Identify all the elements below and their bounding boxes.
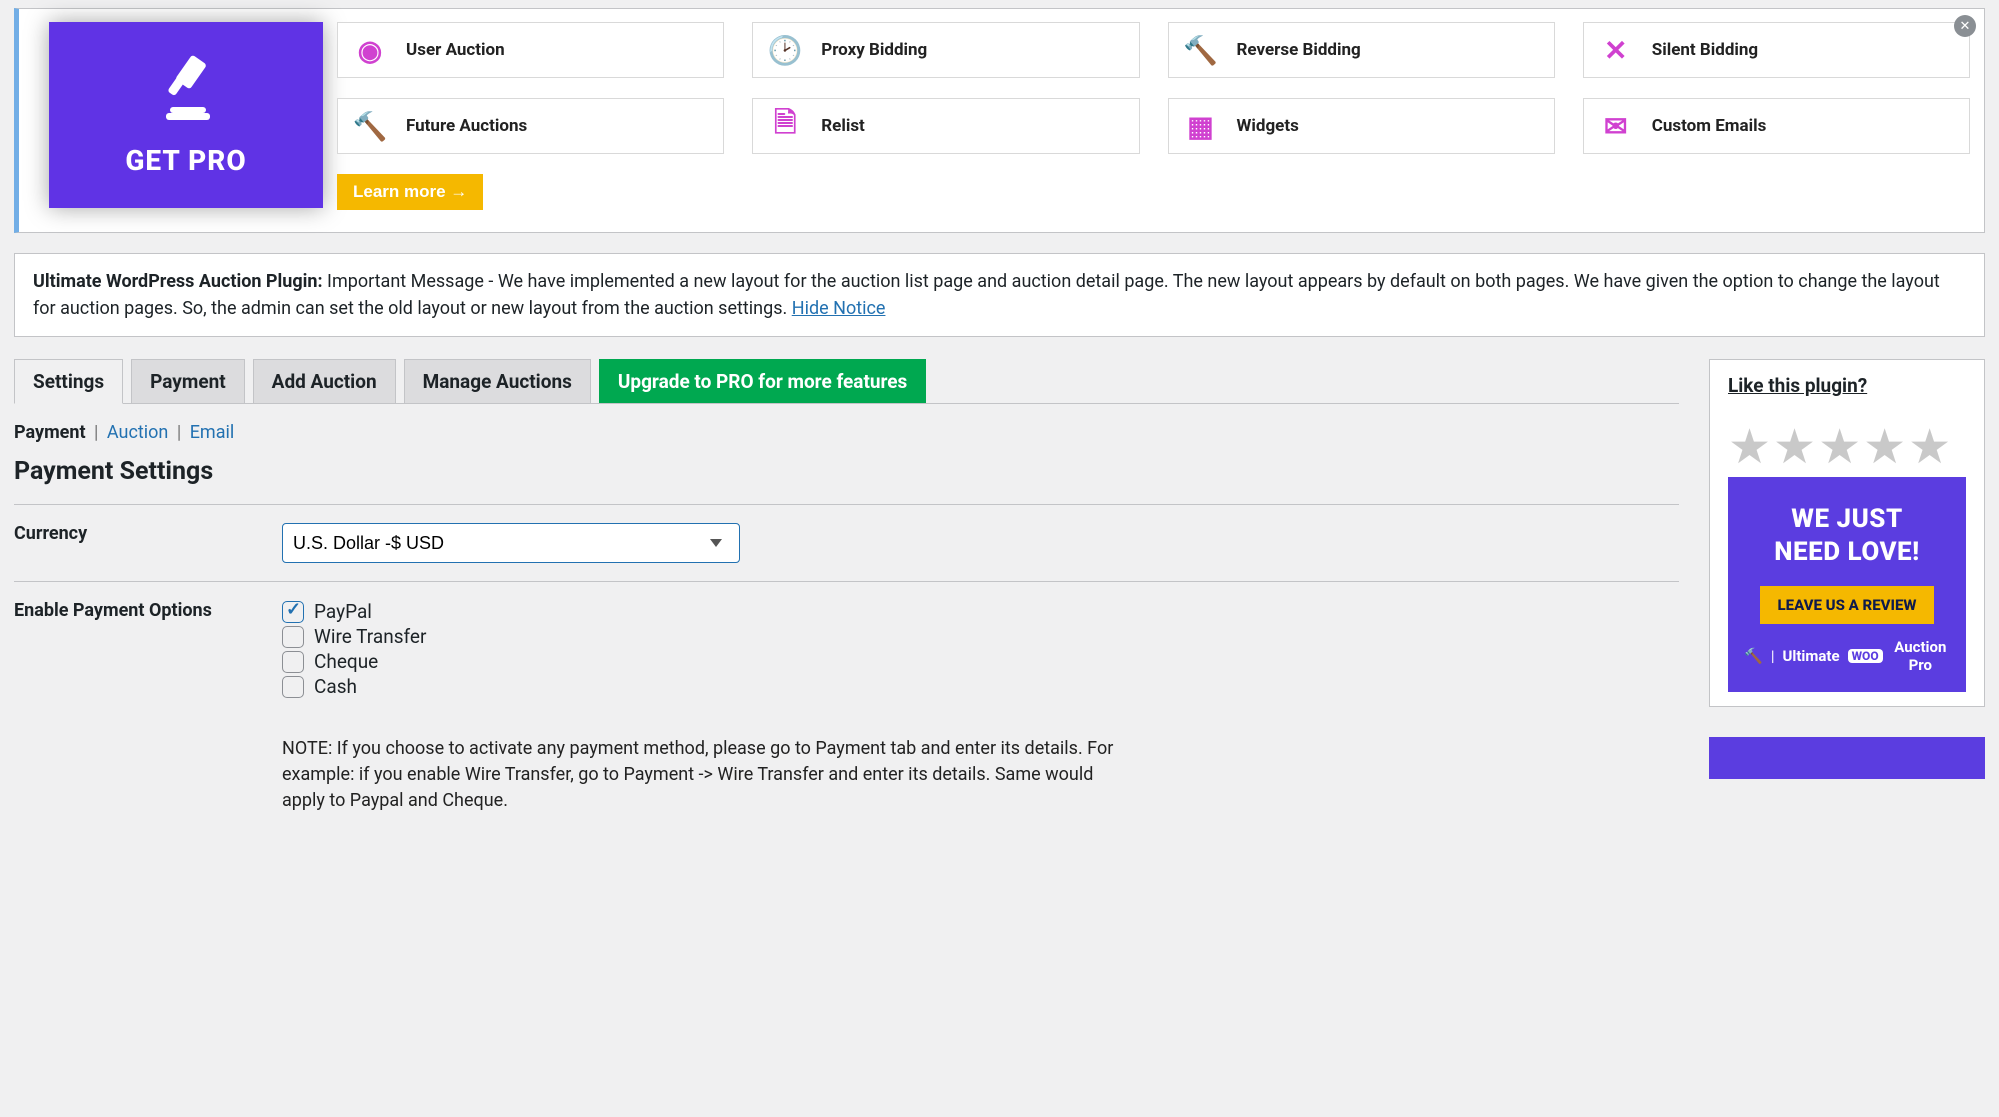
gavel-icon: 🔨 — [1744, 647, 1763, 665]
feature-grid: ◉ User Auction 🕑 Proxy Bidding 🔨 Reverse… — [337, 22, 1970, 154]
option-label: Cheque — [314, 650, 378, 673]
notice-prefix: Ultimate WordPress Auction Plugin: — [33, 271, 323, 292]
rating-stars[interactable]: ★ ★ ★ ★ ★ — [1728, 423, 1966, 471]
feature-label: Widgets — [1237, 116, 1299, 136]
tab-settings[interactable]: Settings — [14, 359, 123, 404]
star-icon[interactable]: ★ — [1863, 423, 1906, 471]
hide-notice-link[interactable]: Hide Notice — [792, 298, 886, 319]
option-cash[interactable]: Cash — [282, 675, 1679, 698]
brand-pre: Ultimate — [1782, 647, 1839, 665]
like-plugin-card: Like this plugin? ★ ★ ★ ★ ★ WE JUST NEED… — [1709, 359, 1985, 707]
option-label: Cash — [314, 675, 357, 698]
currency-select[interactable]: U.S. Dollar -$ USD — [282, 523, 740, 563]
option-label: Wire Transfer — [314, 625, 426, 648]
settings-form: Currency U.S. Dollar -$ USD Enable Payme… — [14, 504, 1679, 832]
star-icon[interactable]: ★ — [1818, 423, 1861, 471]
feature-widgets[interactable]: ▦ Widgets — [1168, 98, 1555, 154]
love-line-2: NEED LOVE! — [1744, 536, 1950, 569]
checkbox-cheque[interactable] — [282, 651, 304, 673]
tab-upgrade-pro[interactable]: Upgrade to PRO for more features — [599, 359, 926, 403]
star-icon[interactable]: ★ — [1908, 423, 1951, 471]
feature-label: Future Auctions — [406, 116, 527, 136]
checkbox-wire[interactable] — [282, 626, 304, 648]
feature-silent-bidding[interactable]: ✕ Silent Bidding — [1583, 22, 1970, 78]
top-tabs: Settings Payment Add Auction Manage Auct… — [14, 359, 1679, 404]
love-block: WE JUST NEED LOVE! LEAVE US A REVIEW 🔨 |… — [1728, 477, 1966, 692]
pro-promo-box: ✕ GET PRO ◉ User Auction — [14, 8, 1985, 233]
love-line-1: WE JUST — [1744, 503, 1950, 536]
option-wire[interactable]: Wire Transfer — [282, 625, 1679, 648]
option-paypal[interactable]: PayPal — [282, 600, 1679, 623]
learn-more-button[interactable]: Learn more → — [337, 174, 483, 210]
feature-label: Reverse Bidding — [1237, 40, 1361, 60]
tab-manage-auctions[interactable]: Manage Auctions — [404, 359, 591, 403]
star-icon[interactable]: ★ — [1773, 423, 1816, 471]
get-pro-hero[interactable]: GET PRO — [49, 22, 323, 208]
currency-label: Currency — [14, 523, 282, 563]
tab-add-auction[interactable]: Add Auction — [253, 359, 396, 403]
feature-label: Custom Emails — [1652, 116, 1767, 136]
user-auction-icon: ◉ — [352, 32, 388, 68]
feature-proxy-bidding[interactable]: 🕑 Proxy Bidding — [752, 22, 1139, 78]
feature-label: User Auction — [406, 40, 505, 60]
option-label: PayPal — [314, 600, 372, 623]
proxy-bidding-icon: 🕑 — [767, 32, 803, 68]
feature-label: Relist — [821, 116, 865, 136]
feature-label: Silent Bidding — [1652, 40, 1758, 60]
brand-woo: WOO — [1848, 649, 1883, 663]
get-pro-label: GET PRO — [125, 144, 246, 177]
feature-label: Proxy Bidding — [821, 40, 927, 60]
star-icon[interactable]: ★ — [1728, 423, 1771, 471]
feature-reverse-bidding[interactable]: 🔨 Reverse Bidding — [1168, 22, 1555, 78]
feature-future-auctions[interactable]: 🔨 Future Auctions — [337, 98, 724, 154]
payment-note: NOTE: If you choose to activate any paym… — [282, 736, 1132, 814]
subnav-payment[interactable]: Payment — [14, 422, 86, 443]
feature-user-auction[interactable]: ◉ User Auction — [337, 22, 724, 78]
brand-post: Auction Pro — [1891, 638, 1950, 674]
relist-icon: 🗎 — [767, 108, 803, 144]
close-icon[interactable]: ✕ — [1954, 15, 1976, 37]
option-cheque[interactable]: Cheque — [282, 650, 1679, 673]
widgets-icon: ▦ — [1183, 108, 1219, 144]
feature-custom-emails[interactable]: ✉ Custom Emails — [1583, 98, 1970, 154]
brand-footer: 🔨 | Ultimate WOO Auction Pro — [1744, 638, 1950, 674]
gavel-icon — [142, 53, 230, 134]
checkbox-cash[interactable] — [282, 676, 304, 698]
tab-payment[interactable]: Payment — [131, 359, 245, 403]
future-auctions-icon: 🔨 — [352, 108, 388, 144]
page-title: Payment Settings — [14, 457, 1679, 486]
subnav-email[interactable]: Email — [190, 422, 235, 443]
like-plugin-title[interactable]: Like this plugin? — [1728, 374, 1966, 397]
layout-notice: Ultimate WordPress Auction Plugin: Impor… — [14, 253, 1985, 337]
silent-bidding-icon: ✕ — [1598, 32, 1634, 68]
leave-review-button[interactable]: LEAVE US A REVIEW — [1760, 586, 1935, 624]
settings-subnav: Payment | Auction | Email — [14, 422, 1679, 443]
checkbox-paypal[interactable] — [282, 601, 304, 623]
feature-relist[interactable]: 🗎 Relist — [752, 98, 1139, 154]
subnav-auction[interactable]: Auction — [107, 422, 168, 443]
secondary-promo[interactable] — [1709, 737, 1985, 779]
custom-emails-icon: ✉ — [1598, 108, 1634, 144]
enable-payment-label: Enable Payment Options — [14, 600, 282, 814]
reverse-bidding-icon: 🔨 — [1183, 32, 1219, 68]
